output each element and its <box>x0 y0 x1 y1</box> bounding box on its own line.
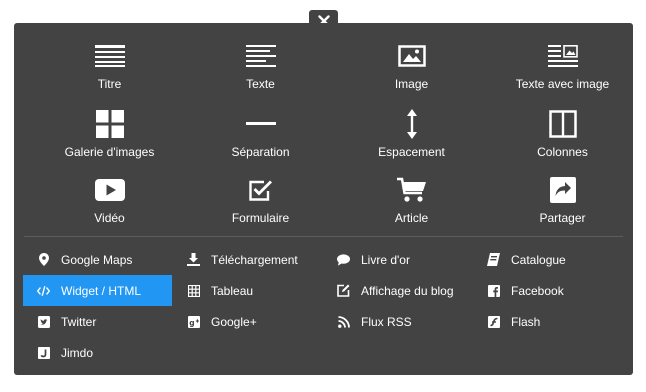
section-divider <box>24 236 623 237</box>
widget-label: Livre d'or <box>361 252 410 267</box>
block-label: Galerie d'images <box>64 145 155 159</box>
block-label: Article <box>394 211 429 225</box>
widget-html[interactable]: Widget / HTML <box>23 275 172 306</box>
facebook-icon <box>487 284 500 297</box>
text-with-image-icon <box>547 45 578 67</box>
widget-label: Facebook <box>511 283 564 298</box>
widget-telechargement[interactable]: Téléchargement <box>173 244 322 275</box>
download-icon <box>187 253 200 266</box>
rss-icon <box>337 315 350 328</box>
widget-label: Flash <box>511 314 541 329</box>
heading-icon <box>94 45 125 67</box>
text-icon <box>245 45 276 67</box>
content-blocks-grid: Titre Texte Image Texte avec image Galer… <box>34 37 638 243</box>
widget-label: Google Maps <box>61 252 133 267</box>
gallery-icon <box>95 110 124 138</box>
widget-affichage-blog[interactable]: Affichage du blog <box>323 275 472 306</box>
code-icon <box>37 285 50 296</box>
spacing-icon <box>406 109 417 139</box>
block-partager[interactable]: Partager <box>487 171 638 237</box>
widget-catalogue[interactable]: Catalogue <box>473 244 622 275</box>
widget-facebook[interactable]: Facebook <box>473 275 622 306</box>
edit-icon <box>337 284 350 297</box>
block-galerie[interactable]: Galerie d'images <box>34 105 185 171</box>
columns-icon <box>548 110 577 138</box>
widget-label: Catalogue <box>511 252 566 267</box>
map-pin-icon <box>38 253 49 266</box>
form-icon <box>248 180 272 201</box>
block-label: Image <box>394 77 429 91</box>
speech-bubble-icon <box>337 253 350 266</box>
widget-label: Jimdo <box>61 345 94 360</box>
catalogue-icon <box>487 253 500 266</box>
jimdo-icon <box>37 346 50 359</box>
block-label: Formulaire <box>231 211 290 225</box>
block-label: Texte avec image <box>515 77 610 91</box>
block-label: Séparation <box>231 145 290 159</box>
image-icon <box>397 45 426 67</box>
widget-label: Google+ <box>211 314 257 329</box>
block-label: Titre <box>97 77 122 91</box>
widget-twitter[interactable]: Twitter <box>23 306 172 337</box>
widget-label: Téléchargement <box>211 252 298 267</box>
block-espacement[interactable]: Espacement <box>336 105 487 171</box>
cart-icon <box>396 177 426 202</box>
add-element-panel: Titre Texte Image Texte avec image Galer… <box>14 23 633 375</box>
widget-flux-rss[interactable]: Flux RSS <box>323 306 472 337</box>
block-video[interactable]: Vidéo <box>34 171 185 237</box>
widget-label: Flux RSS <box>361 314 412 329</box>
block-formulaire[interactable]: Formulaire <box>185 171 336 237</box>
widget-label: Twitter <box>61 314 97 329</box>
widget-google-plus[interactable]: g Google+ <box>173 306 322 337</box>
block-texte-avec-image[interactable]: Texte avec image <box>487 37 638 103</box>
block-label: Colonnes <box>537 145 588 159</box>
flash-icon <box>487 315 500 328</box>
share-icon <box>549 177 576 203</box>
table-icon <box>187 284 200 297</box>
widget-google-maps[interactable]: Google Maps <box>23 244 172 275</box>
separator-icon <box>245 122 276 125</box>
widget-flash[interactable]: Flash <box>473 306 622 337</box>
twitter-icon <box>37 315 50 328</box>
svg-text:g: g <box>189 318 194 327</box>
google-plus-icon: g <box>187 315 200 328</box>
widget-label: Widget / HTML <box>61 283 142 298</box>
video-icon <box>94 179 125 201</box>
block-separation[interactable]: Séparation <box>185 105 336 171</box>
widget-label: Affichage du blog <box>361 283 454 298</box>
block-label: Espacement <box>378 145 445 159</box>
block-titre[interactable]: Titre <box>34 37 185 103</box>
widget-jimdo[interactable]: Jimdo <box>23 337 172 368</box>
block-label: Texte <box>246 77 275 91</box>
widget-livre-dor[interactable]: Livre d'or <box>323 244 472 275</box>
block-image[interactable]: Image <box>336 37 487 103</box>
widget-tableau[interactable]: Tableau <box>173 275 322 306</box>
block-texte[interactable]: Texte <box>185 37 336 103</box>
block-label: Vidéo <box>94 211 125 225</box>
block-article[interactable]: Article <box>336 171 487 237</box>
block-colonnes[interactable]: Colonnes <box>487 105 638 171</box>
block-label: Partager <box>539 211 586 225</box>
widget-label: Tableau <box>211 283 254 298</box>
